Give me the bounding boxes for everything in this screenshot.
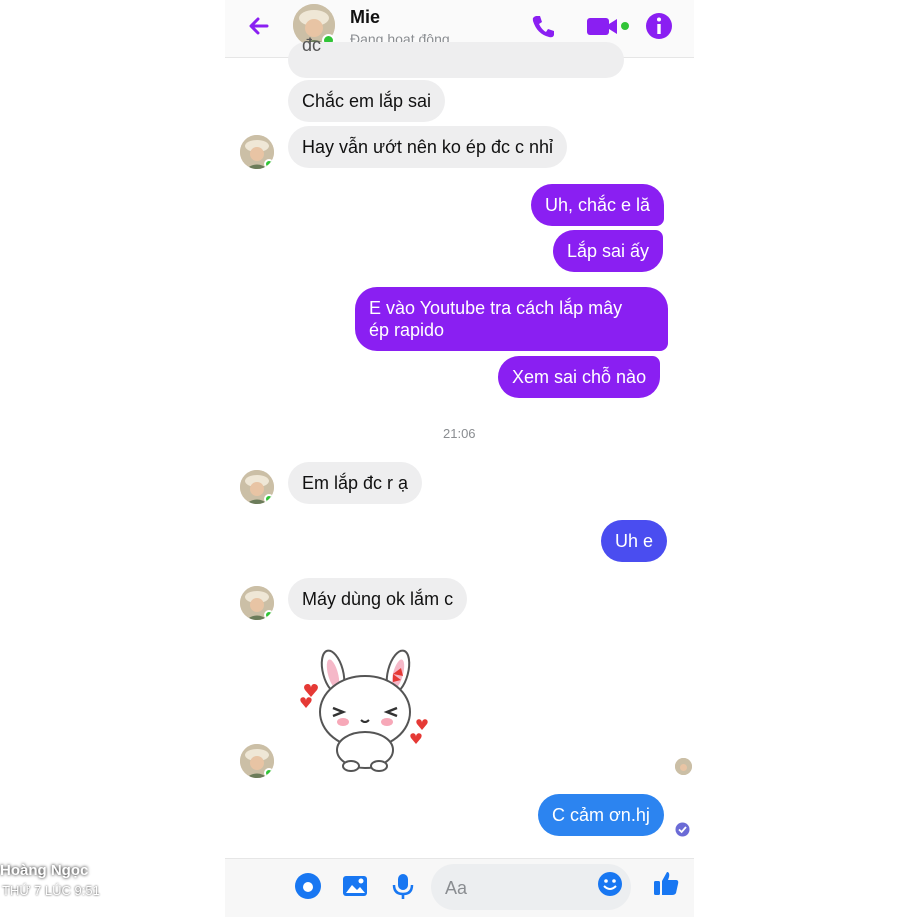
message-text: Xem sai chỗ nào xyxy=(512,367,647,387)
message-text: Em lắp đc r ạ xyxy=(302,473,409,493)
poster-name-overlay: Hoàng Ngọc xyxy=(0,862,89,879)
phone-icon[interactable] xyxy=(527,10,559,42)
message-bubble-outgoing[interactable]: E vào Youtube tra cách lắp mây ép rapido xyxy=(355,287,668,351)
sender-avatar[interactable] xyxy=(240,586,274,620)
sender-avatar[interactable] xyxy=(240,744,274,778)
sender-avatar[interactable] xyxy=(240,135,274,169)
contact-name[interactable]: Mie xyxy=(350,7,380,28)
video-camera-icon[interactable] xyxy=(585,10,631,42)
message-bubble-outgoing[interactable]: C cảm ơn.hj xyxy=(538,794,664,836)
message-bubble-incoming[interactable]: Máy dùng ok lắm c xyxy=(288,578,468,620)
microphone-icon[interactable] xyxy=(388,871,418,901)
chat-screen: Mie Đang hoạt động đc Chắc em lắp sai Ha… xyxy=(225,0,694,917)
message-bubble-incoming[interactable]: Em lắp đc r ạ xyxy=(288,462,423,504)
message-bubble-incoming[interactable]: Hay vẫn ướt nên ko ép đc c nhỉ xyxy=(288,126,567,168)
delivered-check-icon xyxy=(675,822,690,837)
message-text: Hay vẫn ướt nên ko ép đc c nhỉ xyxy=(302,137,553,157)
thumbs-up-icon[interactable] xyxy=(651,868,681,898)
message-bubble-outgoing[interactable]: Lắp sai ấy xyxy=(553,230,664,272)
message-timestamp: 21:06 xyxy=(443,426,476,441)
message-bubble-outgoing[interactable]: Uh, chắc e lă xyxy=(531,184,665,226)
message-bubble-incoming[interactable]: đc xyxy=(288,35,624,78)
message-text: Lắp sai ấy xyxy=(567,241,650,261)
sender-avatar[interactable] xyxy=(240,470,274,504)
info-icon[interactable] xyxy=(643,10,675,42)
message-bubble-outgoing[interactable]: Xem sai chỗ nào xyxy=(498,356,661,398)
composer-bar: Aa xyxy=(225,858,694,917)
message-text: C cảm ơn.hj xyxy=(552,805,650,825)
online-indicator xyxy=(264,159,274,169)
message-text: đc xyxy=(302,35,322,55)
back-arrow-icon[interactable] xyxy=(245,12,273,40)
camera-icon[interactable] xyxy=(293,871,323,901)
online-indicator xyxy=(264,610,274,620)
message-input-placeholder: Aa xyxy=(445,878,468,898)
bunny-hearts-sticker[interactable] xyxy=(293,642,428,777)
message-bubble-incoming[interactable]: Chắc em lắp sai xyxy=(288,80,446,122)
message-text: Máy dùng ok lắm c xyxy=(302,589,454,609)
message-text: Uh, chắc e lă xyxy=(545,195,651,215)
message-bubble-outgoing[interactable]: Uh e xyxy=(601,520,668,562)
message-text-line: E vào Youtube tra cách lắp mây xyxy=(369,298,623,318)
image-icon[interactable] xyxy=(340,871,370,901)
emoji-icon[interactable] xyxy=(595,869,625,899)
message-text: Chắc em lắp sai xyxy=(302,91,432,111)
message-text-line: ép rapido xyxy=(369,320,445,340)
message-text: Uh e xyxy=(615,531,654,551)
post-time-overlay: THỨ 7 LÚC 9:51 xyxy=(2,883,100,898)
online-indicator xyxy=(264,768,274,778)
seen-receipt-avatar xyxy=(675,758,692,775)
online-indicator xyxy=(264,494,274,504)
